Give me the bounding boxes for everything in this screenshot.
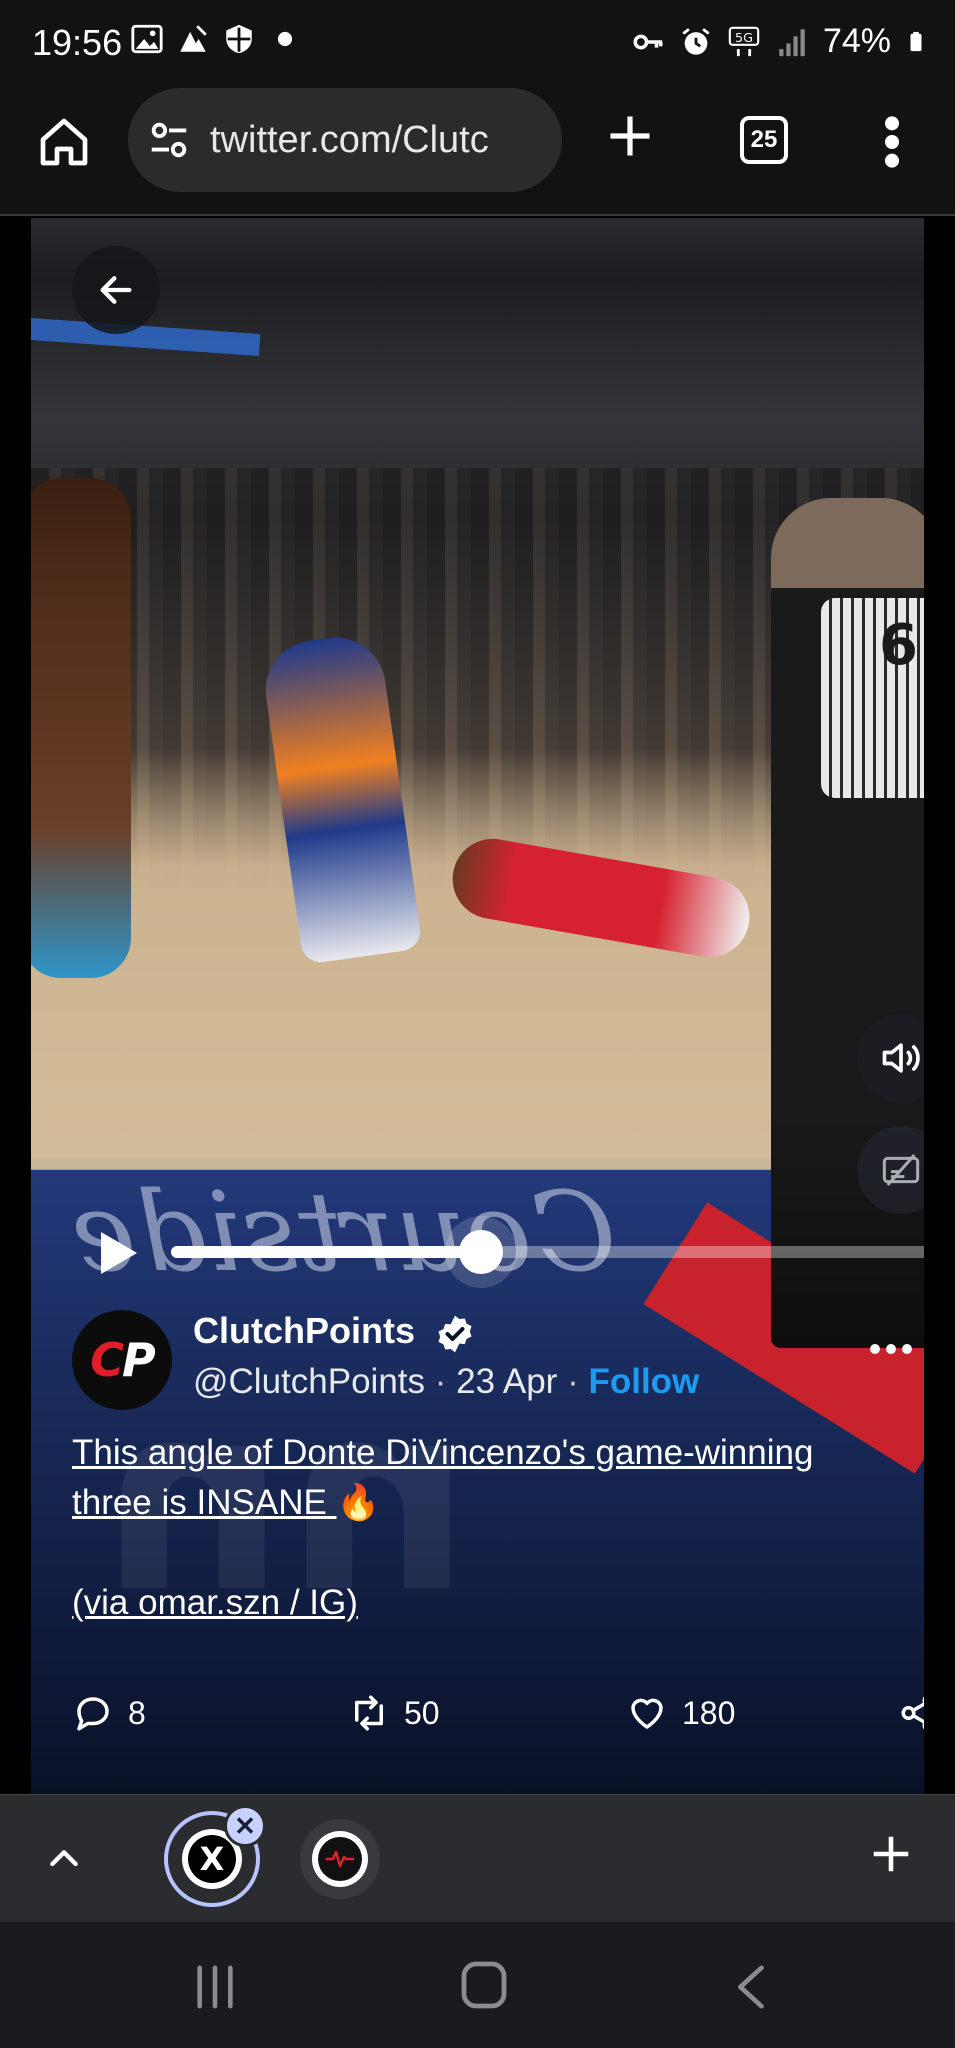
image-edit-icon xyxy=(180,25,207,52)
more-horiz-icon[interactable] xyxy=(869,1342,913,1356)
url-text[interactable]: twitter.com/Clutc xyxy=(210,119,489,162)
share-icon xyxy=(901,1696,924,1730)
add-tab-plus-icon[interactable] xyxy=(868,1831,914,1877)
signal-icon xyxy=(779,28,805,56)
play-icon[interactable] xyxy=(97,1228,141,1278)
status-bar: 19:56 5G 74% xyxy=(0,0,955,84)
status-notification-icons xyxy=(130,22,302,56)
author-handle[interactable]: @ClutchPoints xyxy=(193,1362,425,1401)
tweet-text-line-2-text[interactable]: three is INSANE xyxy=(72,1483,337,1522)
heart-icon xyxy=(631,1698,663,1729)
video-scrubber[interactable] xyxy=(171,1230,924,1274)
repost-button[interactable]: 50 xyxy=(348,1692,440,1734)
tab-switcher-button[interactable]: 25 xyxy=(740,116,788,164)
share-button[interactable] xyxy=(898,1692,924,1734)
site-settings-icon[interactable] xyxy=(146,117,192,163)
new-tab-plus-icon[interactable] xyxy=(604,110,656,162)
vpn-key-icon xyxy=(633,34,663,49)
fire-emoji: 🔥 xyxy=(336,1483,381,1522)
avatar-logo: CP xyxy=(90,1333,155,1387)
scrubber-progress xyxy=(171,1246,482,1258)
tweet-actions: 8 50 180 xyxy=(72,1692,924,1742)
x-logo-icon: X xyxy=(188,1835,236,1883)
author-avatar[interactable]: CP xyxy=(72,1310,172,1410)
recents-icon[interactable] xyxy=(192,1962,238,2012)
close-tab-button[interactable]: ✕ xyxy=(224,1805,266,1847)
reply-icon xyxy=(77,1697,109,1731)
volume-icon xyxy=(882,1043,920,1073)
svg-text:5G: 5G xyxy=(735,31,753,46)
tweet-text[interactable]: This angle of Donte DiVincenzo's game-wi… xyxy=(72,1428,922,1628)
system-nav-bar xyxy=(0,1922,955,2048)
courtside-floor-text: Courtside xyxy=(71,1168,617,1296)
author-name[interactable]: ClutchPoints xyxy=(193,1310,415,1352)
arena-lights xyxy=(31,318,261,356)
reply-button[interactable]: 8 xyxy=(72,1692,146,1734)
network-5g-icon: 5G xyxy=(728,26,760,56)
alarm-icon xyxy=(682,27,710,55)
tab-strip: X ✕ xyxy=(0,1794,955,1922)
status-time: 19:56 xyxy=(32,22,123,63)
video-player[interactable]: Courtside nn 61 CP ClutchPoints @ClutchP… xyxy=(31,218,924,1794)
player-left xyxy=(31,478,131,978)
page-content: Courtside nn 61 CP ClutchPoints @ClutchP… xyxy=(0,218,955,1794)
more-vert-icon[interactable] xyxy=(882,114,902,170)
tweet-meta: @ClutchPoints · 23 Apr · Follow xyxy=(193,1362,699,1402)
address-bar[interactable]: twitter.com/Clutc xyxy=(128,88,562,192)
repost-icon xyxy=(355,1695,383,1731)
status-system-icons: 5G 74% xyxy=(631,22,927,61)
meta-separator: · xyxy=(434,1362,447,1401)
chevron-up-icon[interactable] xyxy=(44,1839,84,1879)
battery-icon xyxy=(910,31,922,51)
gallery-icon xyxy=(131,24,163,54)
meta-separator-2: · xyxy=(567,1362,579,1401)
reply-count: 8 xyxy=(128,1694,146,1731)
tweet-via[interactable]: (via omar.szn / IG) xyxy=(72,1578,922,1628)
browser-toolbar: twitter.com/Clutc 25 xyxy=(0,84,955,216)
tweet-text-line-1[interactable]: This angle of Donte DiVincenzo's game-wi… xyxy=(72,1428,922,1478)
repost-count: 50 xyxy=(404,1694,440,1731)
back-nav-icon[interactable] xyxy=(732,1962,768,2012)
referee-number: 61 xyxy=(879,613,924,678)
arrow-left-icon xyxy=(100,276,132,304)
tab-second[interactable] xyxy=(300,1819,380,1899)
battery-percent: 74% xyxy=(822,22,891,60)
tweet-date[interactable]: 23 Apr xyxy=(456,1362,557,1401)
follow-button[interactable]: Follow xyxy=(588,1362,699,1401)
captions-off-icon xyxy=(882,1154,920,1186)
like-count: 180 xyxy=(682,1694,736,1731)
pulse-logo-icon xyxy=(318,1837,362,1881)
tab-second-favicon xyxy=(312,1831,368,1887)
dot-icon xyxy=(277,31,293,47)
shield-icon xyxy=(226,24,252,54)
home-icon[interactable] xyxy=(36,114,92,170)
tweet-text-line-2[interactable]: three is INSANE 🔥 xyxy=(72,1478,922,1528)
back-button[interactable] xyxy=(72,246,160,334)
like-button[interactable]: 180 xyxy=(626,1692,735,1734)
verified-badge-icon xyxy=(438,1315,472,1353)
home-nav-icon[interactable] xyxy=(458,1958,510,2012)
